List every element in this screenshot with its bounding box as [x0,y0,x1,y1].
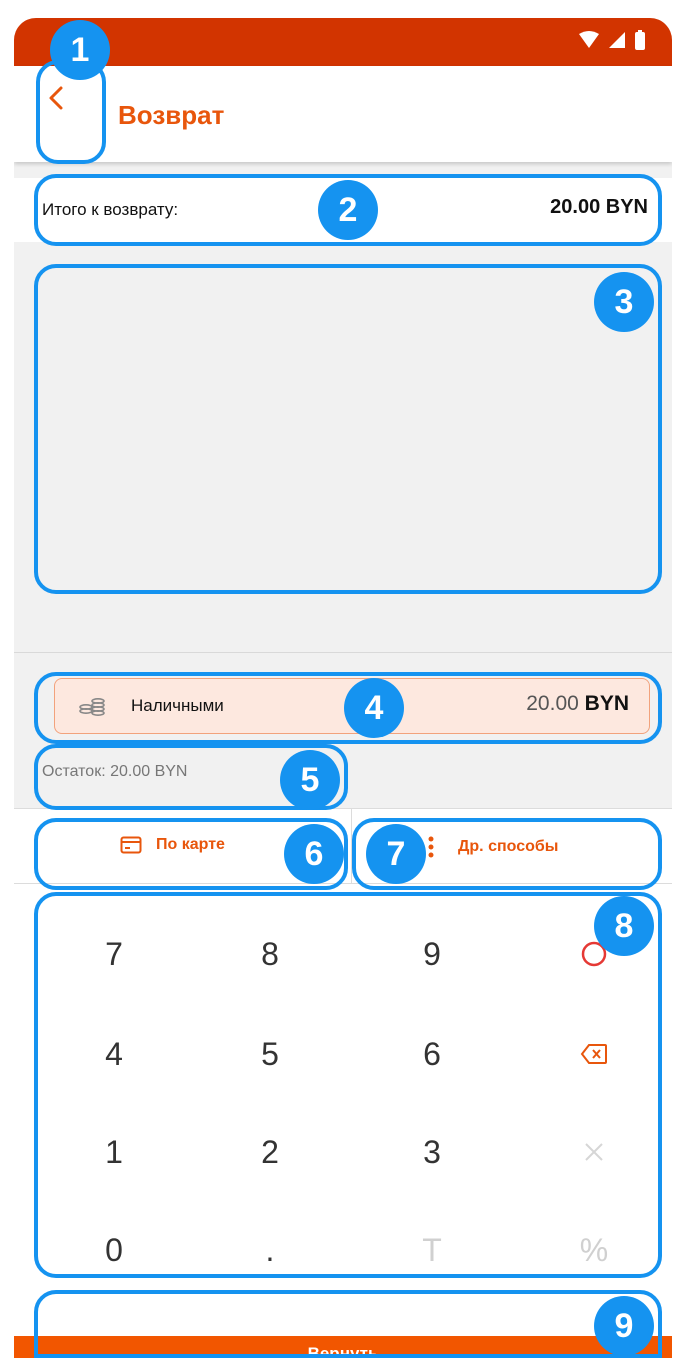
key-percent[interactable]: % [534,1210,654,1290]
cash-amount-number: 20.00 [526,692,579,715]
return-button[interactable]: Вернуть [14,1336,672,1358]
more-vertical-icon [428,836,434,858]
annotation-badge-1: 1 [50,20,110,80]
total-label: Итого к возврату: [42,200,179,219]
battery-icon [635,30,645,50]
card-payment-button[interactable]: По карте [120,836,225,854]
backspace-key[interactable] [534,1014,654,1094]
key-2[interactable]: 2 [210,1112,330,1192]
status-icons [578,30,646,50]
key-8[interactable]: 8 [210,914,330,994]
cash-amount-currency: BYN [584,692,629,715]
wifi-icon [579,31,599,48]
key-7[interactable]: 7 [54,914,174,994]
card-payment-label: По карте [156,836,225,853]
cash-amount: 20.00 BYN [526,692,629,716]
numeric-keypad: 7 8 9 4 5 6 1 2 3 0 . T % [14,884,672,1336]
cash-label: Наличными [131,696,224,715]
multiply-key[interactable] [534,1112,654,1192]
key-0[interactable]: 0 [54,1210,174,1290]
other-methods-button[interactable]: Др. способы [428,836,558,858]
key-9[interactable]: 9 [372,914,492,994]
other-methods-label: Др. способы [458,838,559,855]
multiply-icon [585,1143,603,1161]
method-separator [351,808,352,884]
status-bar [14,18,672,66]
total-value: 20.00 BYN [550,196,648,218]
annotation-badge-6: 6 [284,824,344,884]
coins-icon [79,698,105,716]
key-6[interactable]: 6 [372,1014,492,1094]
page-title: Возврат [118,100,225,130]
annotation-badge-5: 5 [280,750,340,810]
annotation-badge-8: 8 [594,896,654,956]
backspace-icon [580,1044,607,1064]
annotation-badge-9: 9 [594,1296,654,1356]
annotation-badge-2: 2 [318,180,378,240]
key-3[interactable]: 3 [372,1112,492,1192]
annotation-badge-3: 3 [594,272,654,332]
items-list-area [14,242,672,652]
annotation-badge-4: 4 [344,678,404,738]
chevron-left-icon [49,86,63,110]
remainder-text: Остаток: 20.00 BYN [42,763,188,780]
card-icon [120,836,142,854]
key-t[interactable]: T [372,1210,492,1290]
divider [14,652,672,653]
key-5[interactable]: 5 [210,1014,330,1094]
key-1[interactable]: 1 [54,1112,174,1192]
signal-icon [609,32,625,48]
key-4[interactable]: 4 [54,1014,174,1094]
key-dot[interactable]: . [210,1210,330,1290]
annotation-badge-7: 7 [366,824,426,884]
app-bar [14,66,672,162]
back-button[interactable] [36,78,76,118]
